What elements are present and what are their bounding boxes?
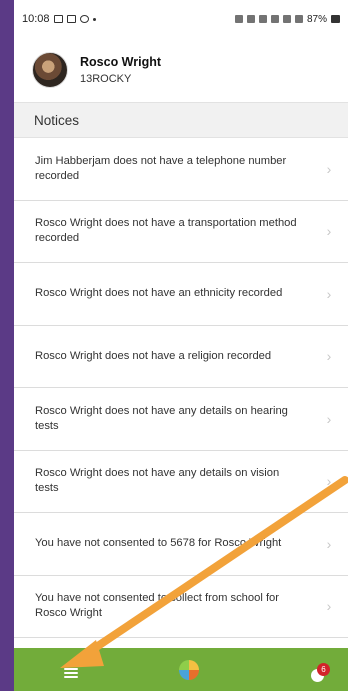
avatar[interactable]: [32, 52, 68, 88]
notice-text: You have not consented to collect from s…: [35, 592, 279, 620]
notice-item[interactable]: Rosco Wright does not have an ethnicity …: [14, 263, 348, 326]
lock-icon: [234, 15, 243, 23]
nfc-icon: [246, 15, 255, 23]
notice-item[interactable]: Rosco Wright does not have a transportat…: [14, 201, 348, 263]
wifi-icon: [282, 15, 291, 23]
alert-icon[interactable]: 6: [308, 663, 330, 684]
chevron-right-icon: ›: [326, 598, 332, 615]
notices-list: Jim Habberjam does not have a telephone …: [14, 138, 348, 638]
notice-item[interactable]: You have not consented to 5678 for Rosco…: [14, 513, 348, 576]
chevron-right-icon: ›: [326, 223, 332, 240]
battery-level: 87%: [306, 13, 327, 25]
battery-icon: [331, 15, 340, 23]
chevron-right-icon: ›: [326, 473, 332, 490]
phone-screen: 10:08 87% Rosco Wright 13ROCKY Notices J…: [14, 0, 348, 691]
notice-item[interactable]: Jim Habberjam does not have a telephone …: [14, 138, 348, 201]
status-time: 10:08: [22, 13, 50, 25]
status-right: 87%: [234, 13, 340, 25]
notice-item[interactable]: You have not consented to collect from s…: [14, 576, 348, 638]
notice-item[interactable]: Rosco Wright does not have a religion re…: [14, 326, 348, 388]
notices-header: Notices: [14, 102, 348, 138]
message-icon: [66, 15, 76, 23]
notice-text: Rosco Wright does not have any details o…: [35, 467, 280, 495]
notice-item[interactable]: Rosco Wright does not have any details o…: [14, 451, 348, 513]
chevron-right-icon: ›: [326, 410, 332, 427]
menu-icon[interactable]: [64, 668, 78, 678]
chevron-right-icon: ›: [326, 285, 332, 302]
signal-icon: [294, 15, 303, 23]
mute-icon: [258, 15, 267, 23]
profile-name: Rosco Wright: [80, 55, 162, 69]
notice-text: You have not consented to 5678 for Rosco…: [35, 537, 282, 550]
notice-text: Rosco Wright does not have any details o…: [35, 404, 288, 432]
volte-icon: [270, 15, 279, 23]
notification-dot-icon: [92, 17, 96, 21]
chevron-right-icon: ›: [326, 160, 332, 177]
notice-text: Jim Habberjam does not have a telephone …: [35, 154, 287, 182]
profile-header[interactable]: Rosco Wright 13ROCKY: [14, 38, 348, 102]
profile-handle: 13ROCKY: [80, 73, 132, 85]
status-left: 10:08: [22, 13, 96, 25]
notice-item[interactable]: Rosco Wright does not have any details o…: [14, 388, 348, 451]
notice-text: Rosco Wright does not have an ethnicity …: [35, 287, 283, 300]
logo-icon[interactable]: [179, 660, 199, 680]
notice-text: Rosco Wright does not have a religion re…: [35, 349, 272, 362]
bottom-nav: 6: [14, 648, 348, 691]
status-bar: 10:08 87%: [14, 0, 348, 38]
chevron-right-icon: ›: [326, 535, 332, 552]
settings-icon: [79, 15, 89, 23]
notice-text: Rosco Wright does not have a transportat…: [35, 217, 297, 245]
gallery-icon: [53, 15, 63, 23]
profile-info: Rosco Wright 13ROCKY: [80, 55, 161, 85]
alert-badge: 6: [317, 663, 330, 676]
chevron-right-icon: ›: [326, 348, 332, 365]
